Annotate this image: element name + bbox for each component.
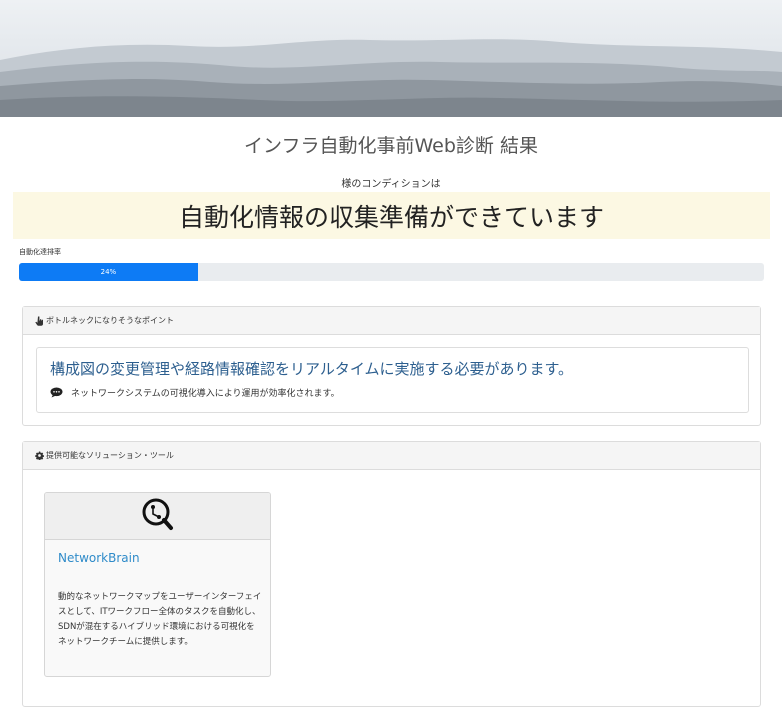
- progress-value: 24%: [100, 268, 117, 276]
- condition-result-text: 自動化情報の収集準備ができています: [178, 202, 604, 232]
- condition-label: 様のコンディションは: [341, 179, 441, 190]
- bottleneck-card-header: ボトルネックになりそうなポイント: [23, 307, 760, 335]
- bottleneck-point-title: 構成図の変更管理や経路情報確認をリアルタイムに実施する必要があります。: [50, 360, 574, 378]
- hero-banner-image: [0, 0, 782, 117]
- hand-pointer-icon: [34, 316, 44, 326]
- comment-icon: [50, 387, 63, 398]
- bottleneck-header-text: ボトルネックになりそうなポイント: [46, 316, 174, 325]
- tool-name-link[interactable]: NetworkBrain: [58, 551, 140, 565]
- bottleneck-point: 構成図の変更管理や経路情報確認をリアルタイムに実施する必要があります。 ネットワ…: [36, 347, 749, 413]
- bottleneck-card: ボトルネックになりそうなポイント 構成図の変更管理や経路情報確認をリアルタイムに…: [22, 306, 761, 426]
- solutions-card-header: 提供可能なソリューション・ツール: [23, 442, 760, 470]
- progress-label: 自動化達排率: [19, 248, 61, 256]
- page-title: インフラ自動化事前Web診断 結果: [244, 135, 538, 157]
- solutions-header-text: 提供可能なソリューション・ツール: [46, 451, 174, 460]
- gear-icon: [34, 451, 44, 461]
- tool-logo-area: [45, 493, 270, 540]
- tool-description: 動的なネットワークマップをユーザーインターフェイスとして、ITワークフロー全体の…: [58, 592, 262, 647]
- progress-bar: 24%: [19, 263, 764, 281]
- tool-card-networkbrain[interactable]: NetworkBrain 動的なネットワークマップをユーザーインターフェイスとし…: [44, 492, 271, 677]
- networkbrain-logo-icon: [141, 497, 175, 535]
- bottleneck-point-note-text: ネットワークシステムの可視化導入により運用が効率化されます。: [71, 389, 340, 399]
- bottleneck-point-note: ネットワークシステムの可視化導入により運用が効率化されます。: [50, 386, 340, 399]
- progress-bar-fill: 24%: [19, 263, 198, 281]
- condition-result-banner: 自動化情報の収集準備ができています: [13, 192, 770, 239]
- solutions-card: 提供可能なソリューション・ツール NetworkBrain 動的なネットワークマ…: [22, 441, 761, 707]
